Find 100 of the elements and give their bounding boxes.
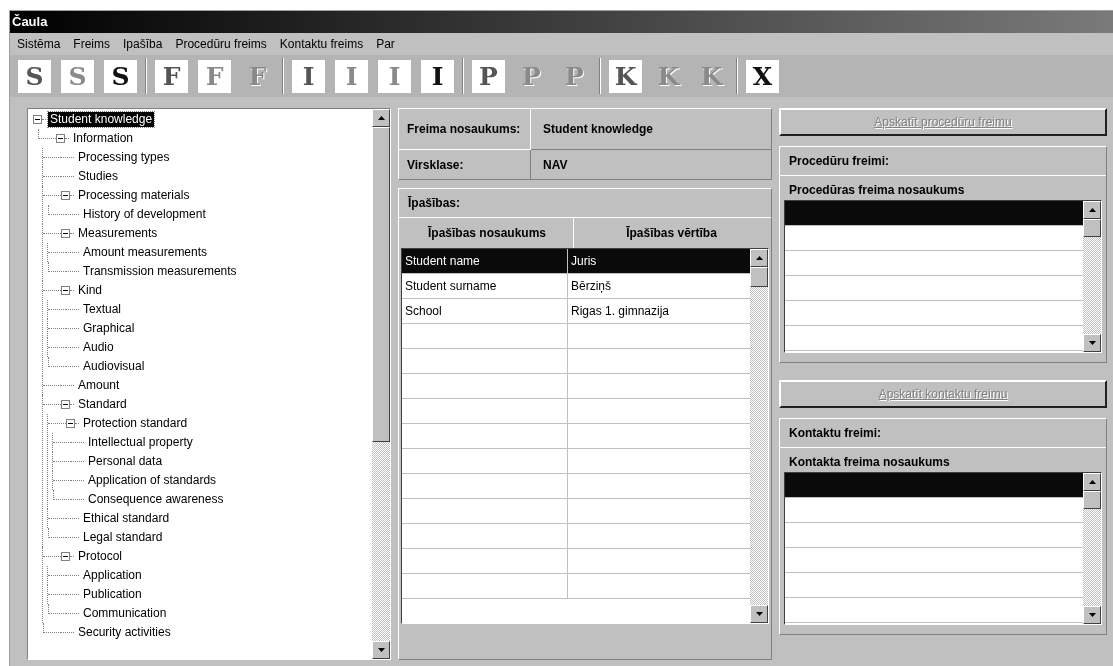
tree-item[interactable]: Student knowledge	[48, 112, 155, 127]
arrow-up-icon	[1088, 480, 1096, 484]
minus-icon	[63, 231, 68, 236]
menu-item[interactable]: Kontaktu freims	[279, 35, 364, 53]
toolbar-button[interactable]: K	[609, 59, 642, 93]
tree-item[interactable]: Application	[81, 568, 144, 583]
tree-item[interactable]: Publication	[81, 587, 144, 602]
scroll-thumb[interactable]	[1083, 219, 1101, 237]
tree-item[interactable]: Protocol	[76, 549, 125, 564]
column-header: Īpašības nosaukums	[401, 218, 574, 248]
table-cell[interactable]: Student name	[402, 249, 568, 273]
tree-item[interactable]: Consequence awareness	[86, 492, 226, 507]
tree-item[interactable]: Measurements	[76, 226, 160, 241]
minus-icon	[63, 288, 68, 293]
minus-icon	[68, 421, 73, 426]
tree-item[interactable]: Personal data	[86, 454, 165, 469]
minus-icon	[63, 402, 68, 407]
field-value: Student knowledge	[543, 121, 653, 138]
tree-item[interactable]: Processing types	[76, 150, 172, 165]
tree-item[interactable]: Processing materials	[76, 188, 192, 203]
panel-title: Procedūru freimi:	[789, 153, 890, 170]
minus-icon	[63, 193, 68, 198]
collapse-toggle[interactable]	[61, 400, 70, 409]
tree-item[interactable]: Security activities	[76, 625, 173, 640]
toolbar-button[interactable]: S	[104, 59, 137, 93]
tree-item[interactable]: Audio	[81, 340, 116, 355]
tree-item[interactable]: Legal standard	[81, 530, 165, 545]
tree-item[interactable]: Intellectual property	[86, 435, 195, 450]
tree-item[interactable]: Kind	[76, 283, 105, 298]
toolbar-button[interactable]: S	[18, 59, 51, 93]
tree-item[interactable]: Graphical	[81, 321, 137, 336]
scroll-up-button[interactable]	[372, 109, 390, 127]
menu-item[interactable]: Sistēma	[17, 35, 61, 53]
scroll-down-button[interactable]	[1083, 334, 1101, 352]
toolbar-button[interactable]: I	[421, 59, 454, 93]
scroll-up-button[interactable]	[1083, 201, 1101, 219]
toolbar-button[interactable]: P	[472, 59, 505, 93]
table-cell[interactable]: School	[402, 299, 568, 323]
scroll-thumb[interactable]	[372, 127, 390, 442]
tree-item[interactable]: Standard	[76, 397, 129, 412]
scroll-down-button[interactable]	[1083, 606, 1101, 624]
scroll-down-button[interactable]	[750, 605, 768, 623]
arrow-down-icon	[755, 612, 763, 616]
arrow-down-icon	[377, 648, 385, 652]
column-header: Kontakta freima nosaukums	[788, 454, 951, 471]
tree-item[interactable]: History of development	[81, 207, 208, 222]
toolbar-button[interactable]: I	[292, 59, 325, 93]
tree-item[interactable]: Ethical standard	[81, 511, 172, 526]
collapse-toggle[interactable]	[61, 229, 70, 238]
list-row[interactable]	[785, 473, 1083, 498]
window-title: Čaula	[12, 13, 48, 32]
arrow-down-icon	[1088, 341, 1096, 345]
arrow-up-icon	[1088, 208, 1096, 212]
collapse-toggle[interactable]	[66, 419, 75, 428]
table-cell[interactable]: Rigas 1. gimnazija	[568, 299, 750, 323]
minus-icon	[58, 136, 63, 141]
arrow-down-icon	[1088, 613, 1096, 617]
field-value: NAV	[543, 156, 568, 174]
table-cell[interactable]: Juris	[568, 249, 750, 273]
minus-icon	[63, 554, 68, 559]
scroll-up-button[interactable]	[1083, 473, 1101, 491]
field-label: Freima nosaukums:	[407, 121, 521, 138]
table-cell[interactable]: Bērziņš	[568, 274, 750, 298]
scroll-down-button[interactable]	[372, 641, 390, 659]
menu-item[interactable]: Par	[376, 35, 395, 53]
menu-item[interactable]: Ipašība	[123, 35, 163, 53]
field-label: Virsklase:	[407, 156, 464, 174]
toolbar-button[interactable]: F	[155, 59, 188, 93]
collapse-toggle[interactable]	[61, 552, 70, 561]
tree-item[interactable]: Amount	[76, 378, 122, 393]
column-header: Procedūras freima nosaukums	[788, 182, 966, 199]
tree-item[interactable]: Protection standard	[81, 416, 190, 431]
arrow-up-icon	[755, 256, 763, 260]
tree-item[interactable]: Communication	[81, 606, 169, 621]
collapse-toggle[interactable]	[56, 134, 65, 143]
panel-title: Īpašības:	[408, 195, 461, 212]
table-cell[interactable]: Student surname	[402, 274, 568, 298]
collapse-toggle[interactable]	[61, 286, 70, 295]
table-row[interactable]: School Rigas 1. gimnazija	[402, 299, 750, 324]
column-header: Īpašības vērtība	[625, 225, 718, 242]
tree-item[interactable]: Amount measurements	[81, 245, 210, 260]
menu-item[interactable]: Freims	[73, 35, 111, 53]
tree-item[interactable]: Studies	[76, 169, 121, 184]
tree-item[interactable]: Audiovisual	[81, 359, 147, 374]
collapse-toggle[interactable]	[33, 115, 42, 124]
tree-item[interactable]: Information	[71, 131, 136, 146]
table-row[interactable]: Student surname Bērziņš	[402, 274, 750, 299]
menu-item[interactable]: Procedūru freims	[175, 35, 267, 53]
list-row[interactable]	[785, 201, 1083, 226]
collapse-toggle[interactable]	[61, 191, 70, 200]
toolbar-button[interactable]: X	[746, 59, 779, 93]
table-row[interactable]: Student name Juris	[402, 249, 750, 274]
scroll-thumb[interactable]	[750, 267, 768, 287]
tree-item[interactable]: Application of standards	[86, 473, 219, 488]
minus-icon	[35, 117, 40, 122]
tree-item[interactable]: Transmission measurements	[81, 264, 239, 279]
tree-item[interactable]: Textual	[81, 302, 124, 317]
scroll-up-button[interactable]	[750, 249, 768, 267]
panel-title: Kontaktu freimi:	[789, 425, 881, 442]
scroll-thumb[interactable]	[1083, 491, 1101, 509]
